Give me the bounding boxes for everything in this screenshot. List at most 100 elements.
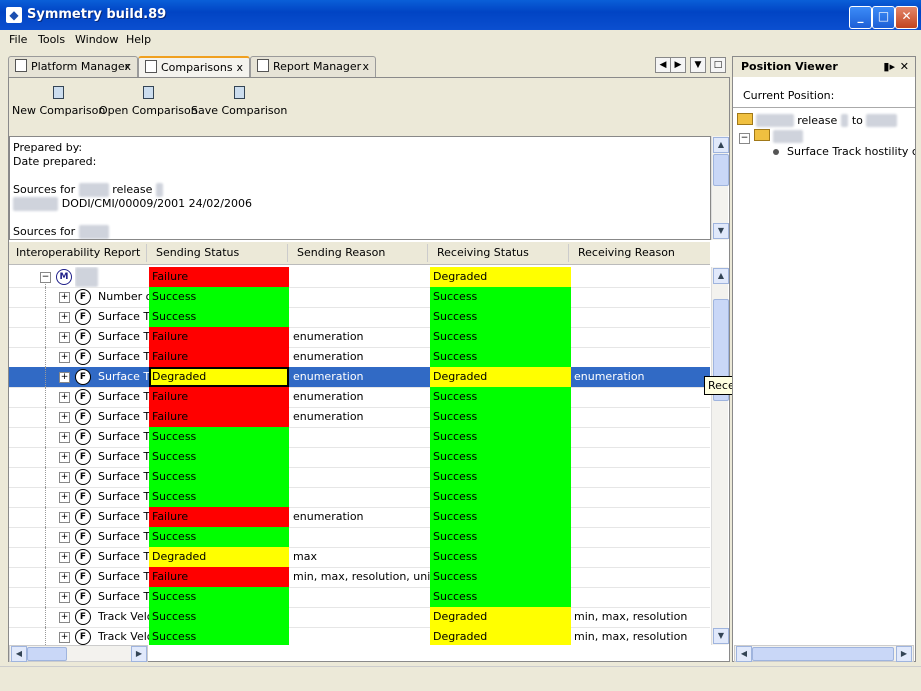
receiving-status-cell[interactable]: Success (430, 307, 571, 327)
collapse-icon[interactable]: − (40, 272, 51, 283)
receiving-status-cell[interactable]: Success (430, 427, 571, 447)
tab-close-icon[interactable]: x (236, 58, 243, 78)
menu-file[interactable]: File (9, 33, 27, 46)
col-header-report[interactable]: Interoperability Report (16, 246, 140, 259)
receiving-status-cell[interactable]: Degraded (430, 367, 571, 387)
expand-icon[interactable]: + (59, 412, 70, 423)
info-scrollbar[interactable]: ▲ ▼ (711, 136, 729, 240)
tab-comparisons[interactable]: Comparisons x (138, 56, 250, 78)
scroll-up-icon[interactable]: ▲ (713, 137, 729, 153)
receiving-status-cell[interactable]: Success (430, 447, 571, 467)
tab-list-icon[interactable]: ▼ (690, 57, 706, 73)
tab-report-manager[interactable]: Report Manager x (250, 56, 376, 77)
sending-status-cell[interactable]: Failure (149, 407, 289, 427)
new-comparison-button[interactable]: New Comparison (12, 86, 105, 117)
collapse-icon[interactable]: − (739, 133, 750, 144)
receiving-status-cell[interactable]: Success (430, 487, 571, 507)
receiving-status-cell[interactable]: Success (430, 347, 571, 367)
tree-hscrollbar[interactable]: ◀ ▶ (9, 645, 148, 662)
table-row[interactable]: +FSurface TracSuccessSuccess (9, 487, 710, 508)
table-row[interactable]: + F Surface TracFailure enumeration Success (9, 327, 710, 348)
scroll-thumb[interactable] (27, 647, 67, 661)
receiving-status-cell[interactable]: Degraded (430, 607, 571, 627)
scroll-left-icon[interactable]: ◀ (11, 646, 27, 662)
receiving-status-cell[interactable]: Success (430, 547, 571, 567)
table-row[interactable]: + F Surface TracFailure enumeration Success (9, 347, 710, 368)
scroll-left-icon[interactable]: ◀ (736, 646, 752, 662)
close-panel-icon[interactable]: ✕ (900, 57, 909, 77)
table-row[interactable]: + F Track VelocitSuccess Degradedmin, max, … (9, 627, 710, 645)
table-row[interactable]: + F Surface TracFailure enumeration Success (9, 507, 710, 528)
sending-status-cell[interactable]: Success (149, 607, 289, 627)
col-header-sending-reason[interactable]: Sending Reason (297, 246, 385, 259)
receiving-status-cell[interactable]: Degraded (430, 627, 571, 645)
table-row[interactable]: +FSurface TracSuccessSuccess (9, 307, 710, 328)
receiving-status-cell[interactable]: Success (430, 407, 571, 427)
sending-status-cell[interactable]: Failure (149, 267, 289, 287)
expand-icon[interactable]: + (59, 512, 70, 523)
sending-status-cell[interactable]: Failure (149, 327, 289, 347)
save-comparison-button[interactable]: Save Comparison (191, 86, 287, 117)
receiving-status-cell[interactable]: Success (430, 567, 571, 587)
tab-close-icon[interactable]: x (124, 57, 131, 77)
table-row[interactable]: +FSurface TracSuccessSuccess (9, 467, 710, 488)
scroll-thumb[interactable] (752, 647, 894, 661)
expand-icon[interactable]: + (59, 432, 70, 443)
column-divider[interactable] (146, 244, 147, 262)
sending-status-cell[interactable]: Success (149, 447, 289, 467)
sending-status-cell[interactable]: Success (149, 487, 289, 507)
sending-status-cell[interactable]: Failure (149, 507, 289, 527)
close-button[interactable]: ✕ (895, 6, 918, 29)
tree-child[interactable]: − XXXX (739, 129, 803, 144)
tab-scroll-right-icon[interactable]: ▶ (670, 57, 686, 73)
sending-status-cell[interactable]: Degraded (149, 367, 289, 387)
expand-icon[interactable]: + (59, 312, 70, 323)
minimize-button[interactable]: _ (849, 6, 872, 29)
col-header-receiving-reason[interactable]: Receiving Reason (578, 246, 675, 259)
sending-status-cell[interactable]: Success (149, 627, 289, 645)
scroll-right-icon[interactable]: ▶ (896, 646, 912, 662)
sending-status-cell[interactable]: Success (149, 287, 289, 307)
receiving-status-cell[interactable]: Degraded (430, 267, 571, 287)
minimize-panel-icon[interactable]: ▮▸ (883, 57, 895, 77)
expand-icon[interactable]: + (59, 472, 70, 483)
receiving-status-cell[interactable]: Success (430, 467, 571, 487)
expand-icon[interactable]: + (59, 552, 70, 563)
table-row[interactable]: + F Surface TracFailure enumeration Success (9, 387, 710, 408)
scroll-up-icon[interactable]: ▲ (713, 268, 729, 284)
side-hscrollbar[interactable]: ◀ ▶ (734, 645, 914, 662)
tree-leaf[interactable]: Surface Track hostility co (773, 145, 915, 158)
sending-status-cell[interactable]: Failure (149, 387, 289, 407)
expand-icon[interactable]: + (59, 492, 70, 503)
sending-status-cell[interactable]: Success (149, 527, 289, 547)
expand-icon[interactable]: + (59, 452, 70, 463)
sending-status-cell[interactable]: Failure (149, 347, 289, 367)
table-row[interactable]: −MXXXFailureDegraded (9, 267, 710, 288)
table-row[interactable]: + F Track VelocitSuccess Degradedmin, max, … (9, 607, 710, 628)
expand-icon[interactable]: + (59, 372, 70, 383)
sending-status-cell[interactable]: Success (149, 467, 289, 487)
expand-icon[interactable]: + (59, 592, 70, 603)
menu-tools[interactable]: Tools (38, 33, 65, 46)
receiving-status-cell[interactable]: Success (430, 527, 571, 547)
expand-icon[interactable]: + (59, 352, 70, 363)
table-row[interactable]: + F Surface TracDegraded max Success (9, 547, 710, 568)
receiving-status-cell[interactable]: Success (430, 507, 571, 527)
tab-scroll-left-icon[interactable]: ◀ (655, 57, 671, 73)
scroll-right-icon[interactable]: ▶ (131, 646, 147, 662)
receiving-status-cell[interactable]: Success (430, 327, 571, 347)
position-tree[interactable]: XXXXX release X to XXXX − XXXX Surface T… (733, 107, 915, 646)
tab-close-icon[interactable]: x (362, 57, 369, 77)
table-row[interactable]: +FSurface TracSuccessSuccess (9, 427, 710, 448)
column-divider[interactable] (427, 244, 428, 262)
expand-icon[interactable]: + (59, 392, 70, 403)
sending-status-cell[interactable]: Success (149, 587, 289, 607)
column-divider[interactable] (568, 244, 569, 262)
col-header-receiving-status[interactable]: Receiving Status (437, 246, 529, 259)
table-scrollbar[interactable]: ▲ ▼ (711, 267, 729, 645)
sending-status-cell[interactable]: Success (149, 427, 289, 447)
tree-root[interactable]: XXXXX release X to XXXX (737, 113, 897, 127)
tab-platform-manager[interactable]: Platform Manager x (8, 56, 138, 77)
sending-status-cell[interactable]: Failure (149, 567, 289, 587)
expand-icon[interactable]: + (59, 332, 70, 343)
